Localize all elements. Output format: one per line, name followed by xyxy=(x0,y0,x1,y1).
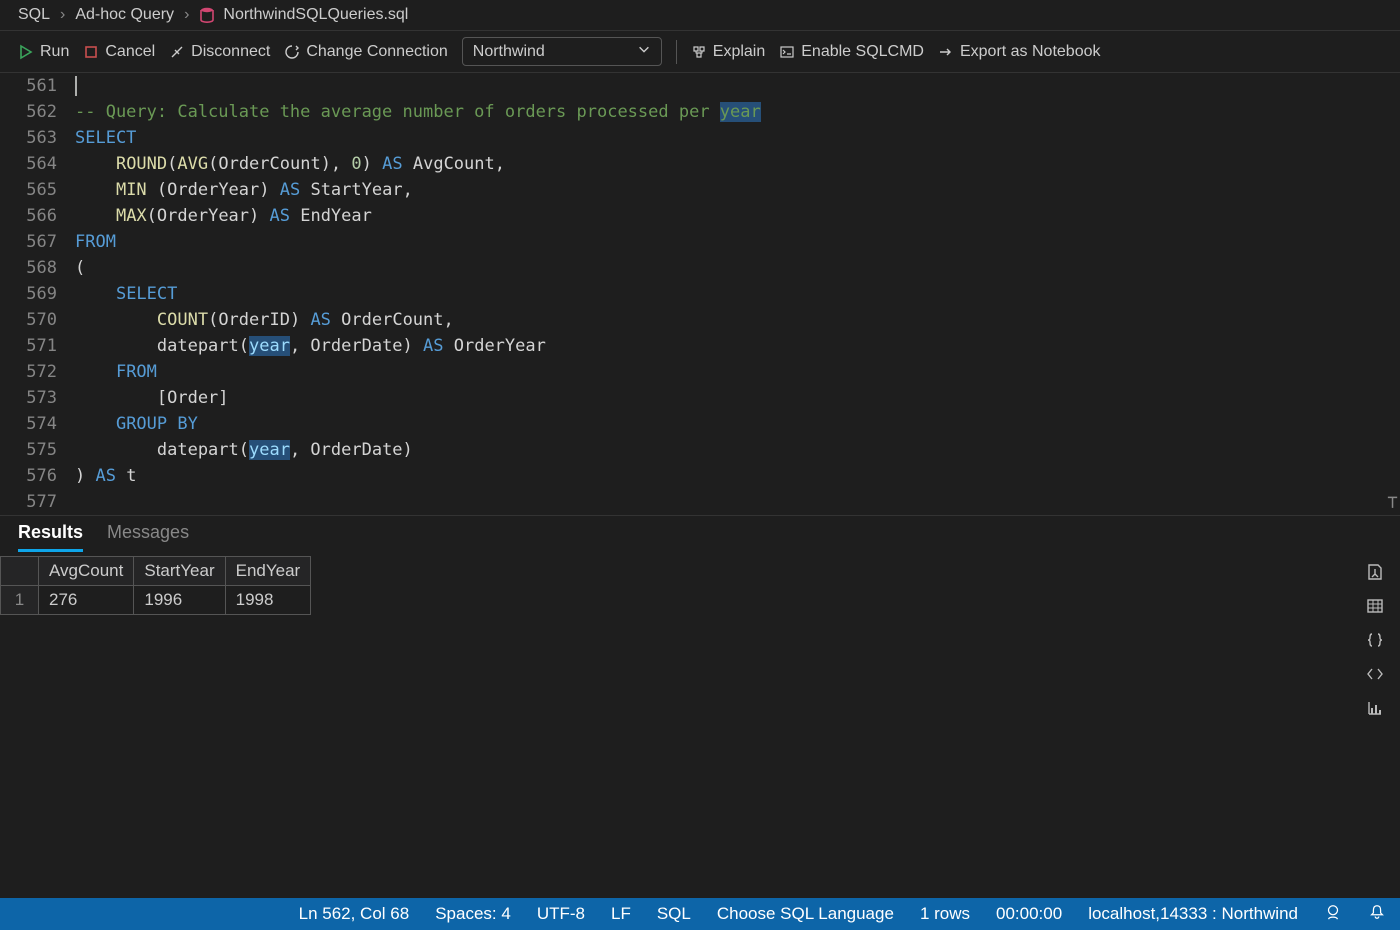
table-row[interactable]: 127619961998 xyxy=(1,586,311,615)
chevron-right-icon: › xyxy=(60,6,65,24)
bell-icon[interactable] xyxy=(1368,903,1386,926)
cancel-label: Cancel xyxy=(105,43,155,61)
overview-ruler-icon: ⊤ xyxy=(1387,492,1398,513)
line-number: 573 xyxy=(0,385,57,411)
code-line[interactable]: -- Query: Calculate the average number o… xyxy=(75,99,1400,125)
status-bar: Ln 562, Col 68 Spaces: 4 UTF-8 LF SQL Ch… xyxy=(0,898,1400,930)
line-number: 564 xyxy=(0,151,57,177)
code-line[interactable]: [Order] xyxy=(75,385,1400,411)
code-line[interactable]: ROUND(AVG(OrderCount), 0) AS AvgCount, xyxy=(75,151,1400,177)
breadcrumb: SQL › Ad-hoc Query › NorthwindSQLQueries… xyxy=(0,0,1400,31)
code-line[interactable]: FROM xyxy=(75,229,1400,255)
code-line[interactable]: MIN (OrderYear) AS StartYear, xyxy=(75,177,1400,203)
cancel-button[interactable]: Cancel xyxy=(83,43,155,61)
line-number: 567 xyxy=(0,229,57,255)
code-line[interactable]: GROUP BY xyxy=(75,411,1400,437)
results-tabs: Results Messages xyxy=(0,516,1400,552)
disconnect-button[interactable]: Disconnect xyxy=(169,43,270,61)
row-number-cell[interactable]: 1 xyxy=(1,586,39,615)
export-notebook-label: Export as Notebook xyxy=(960,43,1101,61)
change-connection-label: Change Connection xyxy=(306,43,447,61)
results-panel: Results Messages AvgCountStartYearEndYea… xyxy=(0,515,1400,898)
line-number-gutter: 5615625635645655665675685695705715725735… xyxy=(0,73,75,515)
toolbar-divider xyxy=(676,40,677,64)
code-line[interactable]: COUNT(OrderID) AS OrderCount, xyxy=(75,307,1400,333)
code-line[interactable]: datepart(year, OrderDate) AS OrderYear xyxy=(75,333,1400,359)
status-indent[interactable]: Spaces: 4 xyxy=(435,904,511,924)
line-number: 563 xyxy=(0,125,57,151)
tab-messages[interactable]: Messages xyxy=(107,522,189,552)
code-line[interactable]: ) AS t xyxy=(75,463,1400,489)
line-number: 568 xyxy=(0,255,57,281)
status-choose-language[interactable]: Choose SQL Language xyxy=(717,904,894,924)
tab-results[interactable]: Results xyxy=(18,522,83,552)
results-grid[interactable]: AvgCountStartYearEndYear 127619961998 xyxy=(0,556,311,615)
line-number: 569 xyxy=(0,281,57,307)
enable-sqlcmd-button[interactable]: Enable SQLCMD xyxy=(779,43,924,61)
run-label: Run xyxy=(40,43,69,61)
cell[interactable]: 1996 xyxy=(134,586,225,615)
database-icon xyxy=(199,7,215,23)
explain-button[interactable]: Explain xyxy=(691,43,765,61)
results-action-bar xyxy=(1350,552,1400,898)
status-elapsed[interactable]: 00:00:00 xyxy=(996,904,1062,924)
status-cursor-position[interactable]: Ln 562, Col 68 xyxy=(299,904,410,924)
export-notebook-button[interactable]: Export as Notebook xyxy=(938,43,1101,61)
code-line[interactable]: datepart(year, OrderDate) xyxy=(75,437,1400,463)
line-number: 572 xyxy=(0,359,57,385)
line-number: 577 xyxy=(0,489,57,515)
cell[interactable]: 276 xyxy=(39,586,134,615)
status-eol[interactable]: LF xyxy=(611,904,631,924)
code-line[interactable]: ( xyxy=(75,255,1400,281)
code-line[interactable] xyxy=(75,73,1400,99)
line-number: 562 xyxy=(0,99,57,125)
save-json-icon[interactable] xyxy=(1365,630,1385,650)
cell[interactable]: 1998 xyxy=(225,586,311,615)
code-line[interactable]: MAX(OrderYear) AS EndYear xyxy=(75,203,1400,229)
line-number: 561 xyxy=(0,73,57,99)
row-number-header[interactable] xyxy=(1,557,39,586)
toolbar: Run Cancel Disconnect Change Connection … xyxy=(0,31,1400,73)
save-csv-icon[interactable] xyxy=(1365,562,1385,582)
chart-icon[interactable] xyxy=(1365,698,1385,718)
feedback-icon[interactable] xyxy=(1324,903,1342,926)
code-area[interactable]: -- Query: Calculate the average number o… xyxy=(75,73,1400,515)
text-cursor xyxy=(75,76,77,96)
breadcrumb-item-adhoc[interactable]: Ad-hoc Query xyxy=(75,6,174,24)
line-number: 574 xyxy=(0,411,57,437)
column-header[interactable]: AvgCount xyxy=(39,557,134,586)
status-connection[interactable]: localhost,14333 : Northwind xyxy=(1088,904,1298,924)
line-number: 571 xyxy=(0,333,57,359)
chevron-right-icon: › xyxy=(184,6,189,24)
breadcrumb-item-file[interactable]: NorthwindSQLQueries.sql xyxy=(223,6,408,24)
status-rows[interactable]: 1 rows xyxy=(920,904,970,924)
code-line[interactable]: SELECT xyxy=(75,281,1400,307)
code-line[interactable]: FROM xyxy=(75,359,1400,385)
line-number: 566 xyxy=(0,203,57,229)
sql-editor[interactable]: 5615625635645655665675685695705715725735… xyxy=(0,73,1400,515)
code-line[interactable] xyxy=(75,489,1400,515)
change-connection-button[interactable]: Change Connection xyxy=(284,43,447,61)
chevron-down-icon xyxy=(637,42,651,61)
database-select[interactable]: Northwind xyxy=(462,37,662,66)
run-button[interactable]: Run xyxy=(18,43,69,61)
save-excel-icon[interactable] xyxy=(1365,596,1385,616)
line-number: 575 xyxy=(0,437,57,463)
save-xml-icon[interactable] xyxy=(1365,664,1385,684)
column-header[interactable]: EndYear xyxy=(225,557,311,586)
results-grid-wrap: AvgCountStartYearEndYear 127619961998 xyxy=(0,552,1350,898)
breadcrumb-item-sql[interactable]: SQL xyxy=(18,6,50,24)
status-encoding[interactable]: UTF-8 xyxy=(537,904,585,924)
disconnect-label: Disconnect xyxy=(191,43,270,61)
line-number: 576 xyxy=(0,463,57,489)
code-line[interactable]: SELECT xyxy=(75,125,1400,151)
enable-sqlcmd-label: Enable SQLCMD xyxy=(801,43,924,61)
column-header[interactable]: StartYear xyxy=(134,557,225,586)
database-select-value: Northwind xyxy=(473,43,545,61)
status-language[interactable]: SQL xyxy=(657,904,691,924)
explain-label: Explain xyxy=(713,43,765,61)
line-number: 570 xyxy=(0,307,57,333)
line-number: 565 xyxy=(0,177,57,203)
